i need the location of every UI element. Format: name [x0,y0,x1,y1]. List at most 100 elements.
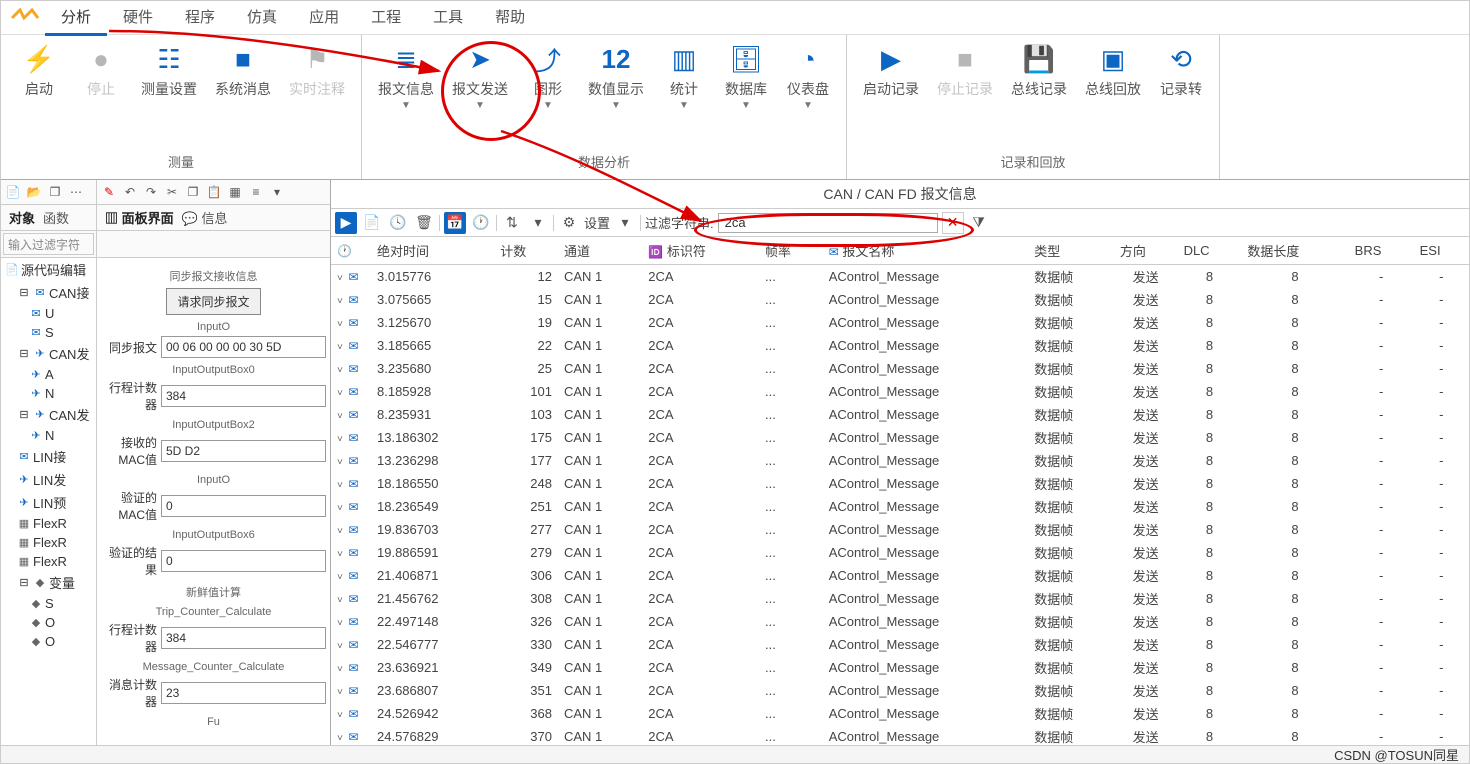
delete-icon[interactable]: 🗑 [413,212,435,234]
chevron-down-icon[interactable]: ˅ [337,503,345,514]
field-input[interactable] [161,495,326,517]
expand-icon[interactable]: ⊟ [17,286,31,299]
chevron-down-icon[interactable]: ˅ [337,342,345,353]
menu-分析[interactable]: 分析 [45,0,107,36]
panel-tab-面板界面[interactable]: ▥ 面板界面 [105,208,174,227]
chevron-down-icon[interactable]: ˅ [337,549,345,560]
column-header[interactable]: 类型 [1028,237,1114,265]
tree-item[interactable]: ⊟✈CAN发 [1,342,96,365]
chevron-down-icon[interactable]: ˅ [337,526,345,537]
ribbon-measure-cfg[interactable]: ☷测量设置 [133,39,205,103]
grid-icon[interactable]: ▦ [225,182,245,202]
tree-item[interactable]: ▦FlexR [1,533,96,552]
menu-工具[interactable]: 工具 [417,0,479,36]
undo-icon[interactable]: ↶ [120,182,140,202]
field-input[interactable] [161,550,326,572]
tree-item[interactable]: 📄源代码编辑 [1,258,96,281]
copy-icon[interactable]: ❐ [45,182,65,202]
column-header[interactable]: 绝对时间 [371,237,494,265]
menu-仿真[interactable]: 仿真 [231,0,293,36]
object-tree[interactable]: 📄源代码编辑⊟✉CAN接✉U✉S⊟✈CAN发✈A✈N⊟✈CAN发✈N✉LIN接✈… [1,258,97,747]
chevron-down-icon[interactable]: ˅ [337,319,345,330]
export-icon[interactable]: 📄 [361,212,383,234]
table-row[interactable]: ˅ ✉24.526942368CAN 12CA...AControl_Messa… [331,702,1469,725]
calendar-icon[interactable]: 📅 [444,212,466,234]
menu-应用[interactable]: 应用 [293,0,355,36]
column-header[interactable]: 数据长度 [1241,237,1348,265]
column-header[interactable]: 🕐 [331,237,371,265]
sync-request-button[interactable]: 请求同步报文 [166,288,260,315]
chevron-down-icon[interactable]: ˅ [337,296,345,307]
tree-item[interactable]: ✉S [1,323,96,342]
ribbon-sys-msg[interactable]: ■系统消息 [207,39,279,103]
field-input[interactable] [161,440,326,462]
funnel-icon[interactable]: ⧩ [968,212,990,234]
open-icon[interactable]: 📂 [24,182,44,202]
field-input[interactable] [161,385,326,407]
expand-icon[interactable]: ⊟ [17,408,31,421]
ribbon-num-display[interactable]: 12数值显示▼ [580,39,652,115]
chevron-down-icon[interactable]: ˅ [337,572,345,583]
ribbon-rec-conv[interactable]: ⟲记录转 [1151,39,1211,103]
ribbon-chart[interactable]: ⤴图形▼ [518,39,578,115]
column-header[interactable]: DLC [1178,237,1242,265]
chevron-down-icon[interactable]: ˅ [337,434,345,445]
ribbon-start-rec[interactable]: ▶启动记录 [855,39,927,103]
more2-icon[interactable]: ▾ [267,182,287,202]
sub-tab-函数[interactable]: 函数 [43,208,69,227]
tree-filter-input[interactable]: 输入过滤字符 [3,233,94,255]
tree-item[interactable]: ▦FlexR [1,552,96,571]
tree-item[interactable]: ⊟✉CAN接 [1,281,96,304]
tree-item[interactable]: ✈N [1,384,96,403]
chevron-down-icon[interactable]: ˅ [337,457,345,468]
table-row[interactable]: ˅ ✉3.07566515CAN 12CA...AControl_Message… [331,288,1469,311]
ribbon-msg-send[interactable]: ➤报文发送▼ [444,39,516,115]
tree-item[interactable]: ✉U [1,304,96,323]
chevron-down-icon[interactable]: ˅ [337,273,345,284]
table-row[interactable]: ˅ ✉3.18566522CAN 12CA...AControl_Message… [331,334,1469,357]
table-row[interactable]: ˅ ✉3.12567019CAN 12CA...AControl_Message… [331,311,1469,334]
tree-item[interactable]: ⊟◆变量 [1,571,96,594]
table-row[interactable]: ˅ ✉24.576829370CAN 12CA...AControl_Messa… [331,725,1469,747]
chevron-down-icon[interactable]: ˅ [337,365,345,376]
table-row[interactable]: ˅ ✉8.235931103CAN 12CA...AControl_Messag… [331,403,1469,426]
table-row[interactable]: ˅ ✉21.456762308CAN 12CA...AControl_Messa… [331,587,1469,610]
menu-程序[interactable]: 程序 [169,0,231,36]
gear-icon[interactable]: ⚙ [558,212,580,234]
menu-帮助[interactable]: 帮助 [479,0,541,36]
ribbon-bus-play[interactable]: ▣总线回放 [1077,39,1149,103]
chevron-down-icon[interactable]: ˅ [337,388,345,399]
expand-icon[interactable]: ⊟ [17,576,31,589]
table-row[interactable]: ˅ ✉18.236549251CAN 12CA...AControl_Messa… [331,495,1469,518]
table-row[interactable]: ˅ ✉13.236298177CAN 12CA...AControl_Messa… [331,449,1469,472]
expand-icon[interactable]: ⊟ [17,347,31,360]
column-header[interactable]: ESI [1414,237,1469,265]
redo-icon[interactable]: ↷ [141,182,161,202]
tree-item[interactable]: ◆O [1,613,96,632]
tree-item[interactable]: ▦FlexR [1,514,96,533]
ribbon-database[interactable]: 🗄数据库▼ [716,39,776,115]
save-icon[interactable]: 🕓 [387,212,409,234]
table-row[interactable]: ˅ ✉19.886591279CAN 12CA...AControl_Messa… [331,541,1469,564]
message-grid[interactable]: 🕐绝对时间计数通道🆔 标识符帧率✉ 报文名称类型方向DLC数据长度BRSESI˅… [331,237,1469,747]
ribbon-dashboard[interactable]: ◔仪表盘▼ [778,39,838,115]
ribbon-stats[interactable]: ▥统计▼ [654,39,714,115]
sort-icon[interactable]: ⇅ [501,212,523,234]
new-icon[interactable]: 📄 [3,182,23,202]
panel-tab-信息[interactable]: 💬 信息 [182,208,228,227]
ribbon-msg-info[interactable]: ≣报文信息▼ [370,39,442,115]
cut-icon[interactable]: ✂ [162,182,182,202]
chevron-down-icon[interactable]: ˅ [337,733,345,744]
tree-item[interactable]: ✉LIN接 [1,445,96,468]
column-header[interactable]: 方向 [1114,237,1178,265]
chevron-down-icon[interactable]: ˅ [337,480,345,491]
column-header[interactable]: ✉ 报文名称 [823,237,1029,265]
chevron-down-icon[interactable]: ˅ [337,595,345,606]
table-row[interactable]: ˅ ✉18.186550248CAN 12CA...AControl_Messa… [331,472,1469,495]
table-row[interactable]: ˅ ✉22.497148326CAN 12CA...AControl_Messa… [331,610,1469,633]
table-row[interactable]: ˅ ✉21.406871306CAN 12CA...AControl_Messa… [331,564,1469,587]
table-row[interactable]: ˅ ✉19.836703277CAN 12CA...AControl_Messa… [331,518,1469,541]
tree-item[interactable]: ◆S [1,594,96,613]
field-input[interactable] [161,627,326,649]
table-row[interactable]: ˅ ✉22.546777330CAN 12CA...AControl_Messa… [331,633,1469,656]
